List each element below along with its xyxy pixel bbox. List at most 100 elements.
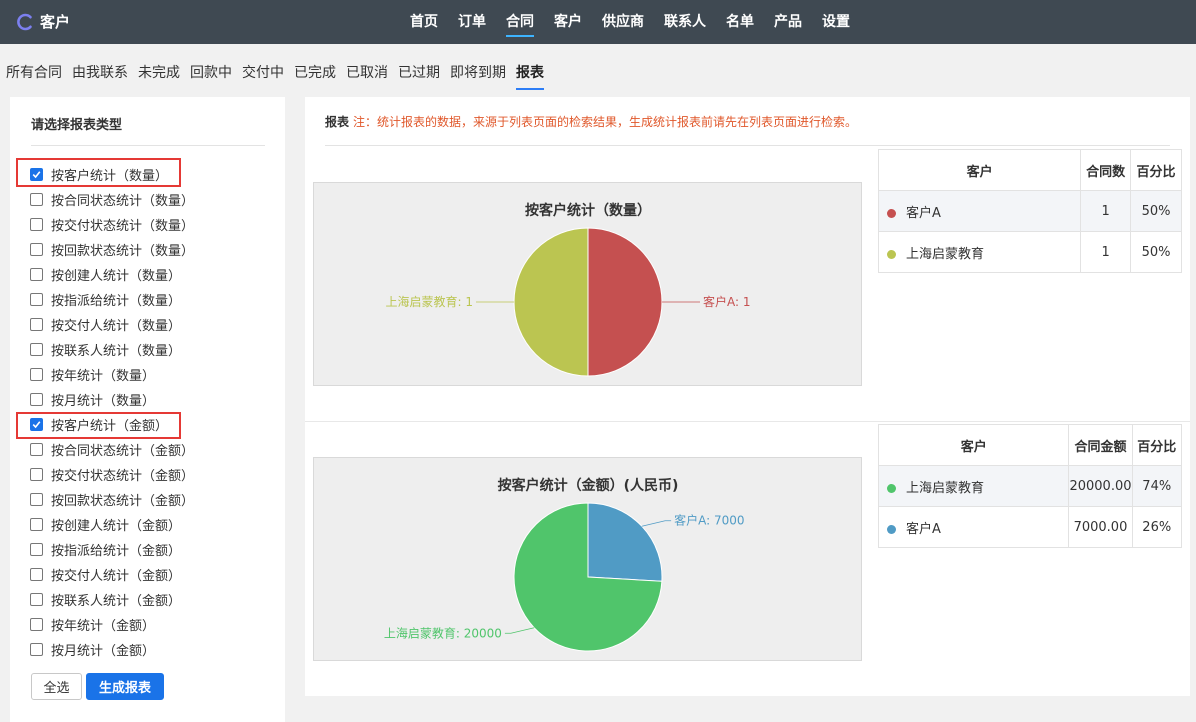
label-leader-line xyxy=(641,520,672,527)
report-type-option[interactable]: 按年统计（金额） xyxy=(30,612,194,637)
table-row[interactable]: 上海启蒙教育 20000.00 74% xyxy=(877,465,1182,507)
c-logo-icon xyxy=(17,13,32,30)
contract-amount-cell: 7000.00 xyxy=(1068,506,1133,548)
contract-count-cell: 1 xyxy=(1080,190,1132,232)
checkbox[interactable] xyxy=(30,643,43,656)
report-type-option[interactable]: 按创建人统计（金额） xyxy=(30,512,194,537)
report-type-option[interactable]: 按年统计（数量） xyxy=(30,362,194,387)
percent-cell: 50% xyxy=(1130,190,1182,232)
subnav-item[interactable]: 未完成 xyxy=(138,62,180,86)
select-all-button[interactable]: 全选 xyxy=(31,673,82,700)
checkbox[interactable] xyxy=(30,618,43,631)
checkbox[interactable] xyxy=(30,493,43,506)
checkbox[interactable] xyxy=(30,343,43,356)
subnav-item[interactable]: 所有合同 xyxy=(6,62,62,86)
checkbox[interactable] xyxy=(30,568,43,581)
option-label: 按交付状态统计（数量） xyxy=(51,219,195,234)
divider xyxy=(31,145,265,146)
slice-data-label: 上海启蒙教育: 1 xyxy=(386,294,474,309)
panel-title: 请选择报表类型 xyxy=(31,118,123,133)
highlight-box xyxy=(16,412,181,439)
checkbox[interactable] xyxy=(30,468,43,481)
subnav-item[interactable]: 报表 xyxy=(516,62,544,90)
option-label: 按联系人统计（金额） xyxy=(51,594,182,609)
chart-title: 按客户统计（数量） xyxy=(525,202,651,219)
report-type-option[interactable]: 按合同状态统计（数量） xyxy=(30,187,194,212)
column-header: 百分比 xyxy=(1131,424,1182,466)
nav-item[interactable]: 供应商 xyxy=(602,0,644,44)
nav-item[interactable]: 名单 xyxy=(726,0,754,44)
report-type-option[interactable]: 按月统计（金额） xyxy=(30,637,194,662)
subnav-item[interactable]: 交付中 xyxy=(242,62,284,86)
report-type-option[interactable]: 按交付人统计（数量） xyxy=(30,312,194,337)
option-label: 按指派给统计（金额） xyxy=(51,544,182,559)
pie-chart-count: 按客户统计（数量） 客户A: 1 上海启蒙教育: 1 xyxy=(313,182,862,386)
option-label: 按创建人统计（金额） xyxy=(51,519,182,534)
amount-table: 客户 合同金额 百分比 上海启蒙教育 20000.00 74% 客户A 7000.00 26% xyxy=(877,424,1182,548)
checkbox[interactable] xyxy=(30,318,43,331)
checkbox[interactable] xyxy=(30,193,43,206)
checkbox[interactable] xyxy=(30,443,43,456)
customer-name: 客户A xyxy=(906,205,941,221)
percent-cell: 50% xyxy=(1130,231,1182,273)
report-type-option[interactable]: 按创建人统计（数量） xyxy=(30,262,194,287)
subnav-item[interactable]: 已取消 xyxy=(346,62,388,86)
table-header-row: 客户 合同金额 百分比 xyxy=(877,424,1182,466)
checkbox[interactable] xyxy=(30,293,43,306)
nav-item[interactable]: 设置 xyxy=(822,0,850,44)
app-logo[interactable]: 客户 xyxy=(16,11,70,32)
legend-dot xyxy=(887,208,896,218)
checkbox[interactable] xyxy=(30,393,43,406)
report-type-option[interactable]: 按指派给统计（金额） xyxy=(30,537,194,562)
sub-nav: 所有合同 由我联系 未完成 回款中 交付中 已完成 已取消 已过期 即将到期 报表 xyxy=(6,62,554,90)
subnav-item[interactable]: 已完成 xyxy=(294,62,336,86)
report-title: 报表 xyxy=(325,115,350,129)
subnav-item[interactable]: 已过期 xyxy=(398,62,440,86)
pie-slice xyxy=(587,502,663,582)
checkbox[interactable] xyxy=(30,218,43,231)
subnav-item[interactable]: 即将到期 xyxy=(450,62,506,86)
report-type-option[interactable]: 按指派给统计（数量） xyxy=(30,287,194,312)
app-name: 客户 xyxy=(40,13,71,31)
report-type-option[interactable]: 按回款状态统计（金额） xyxy=(30,487,194,512)
section-divider xyxy=(305,421,1190,422)
customer-cell: 上海启蒙教育 xyxy=(877,231,1082,273)
report-type-option[interactable]: 按交付状态统计（数量） xyxy=(30,212,194,237)
checkbox[interactable] xyxy=(30,268,43,281)
table-row[interactable]: 上海启蒙教育 1 50% xyxy=(877,231,1182,273)
checkbox[interactable] xyxy=(30,518,43,531)
chart-title: 按客户统计（金额）(人民币) xyxy=(498,477,679,494)
report-type-option[interactable]: 按交付人统计（金额） xyxy=(30,562,194,587)
table-row[interactable]: 客户A 7000.00 26% xyxy=(877,506,1182,548)
table-row[interactable]: 客户A 1 50% xyxy=(877,190,1182,232)
subnav-item[interactable]: 由我联系 xyxy=(72,62,128,86)
option-label: 按联系人统计（数量） xyxy=(51,344,182,359)
customer-cell: 客户A xyxy=(877,506,1070,548)
report-type-option[interactable]: 按联系人统计（数量） xyxy=(30,337,194,362)
nav-item[interactable]: 产品 xyxy=(774,0,802,44)
option-label: 按月统计（金额） xyxy=(51,644,156,659)
report-type-option[interactable]: 按合同状态统计（金额） xyxy=(30,437,194,462)
checkbox[interactable] xyxy=(30,243,43,256)
report-type-option[interactable]: 按交付状态统计（金额） xyxy=(30,462,194,487)
report-type-option[interactable]: 按月统计（数量） xyxy=(30,387,194,412)
report-type-option[interactable]: 按联系人统计（金额） xyxy=(30,587,194,612)
highlight-box xyxy=(16,158,181,187)
contract-amount-cell: 20000.00 xyxy=(1068,465,1133,507)
customer-name: 客户A xyxy=(906,521,941,537)
checkbox[interactable] xyxy=(30,368,43,381)
nav-item[interactable]: 订单 xyxy=(458,0,486,44)
percent-cell: 74% xyxy=(1131,465,1182,507)
nav-item[interactable]: 客户 xyxy=(554,0,582,44)
nav-item[interactable]: 首页 xyxy=(410,0,438,44)
table-header-row: 客户 合同数 百分比 xyxy=(877,149,1182,191)
checkbox[interactable] xyxy=(30,593,43,606)
column-header: 百分比 xyxy=(1130,149,1182,191)
subnav-item[interactable]: 回款中 xyxy=(190,62,232,86)
generate-report-button[interactable]: 生成报表 xyxy=(86,673,164,700)
report-type-option[interactable]: 按回款状态统计（数量） xyxy=(30,237,194,262)
nav-item[interactable]: 合同 xyxy=(506,0,534,44)
nav-item[interactable]: 联系人 xyxy=(664,0,706,44)
divider xyxy=(325,145,1170,146)
checkbox[interactable] xyxy=(30,543,43,556)
